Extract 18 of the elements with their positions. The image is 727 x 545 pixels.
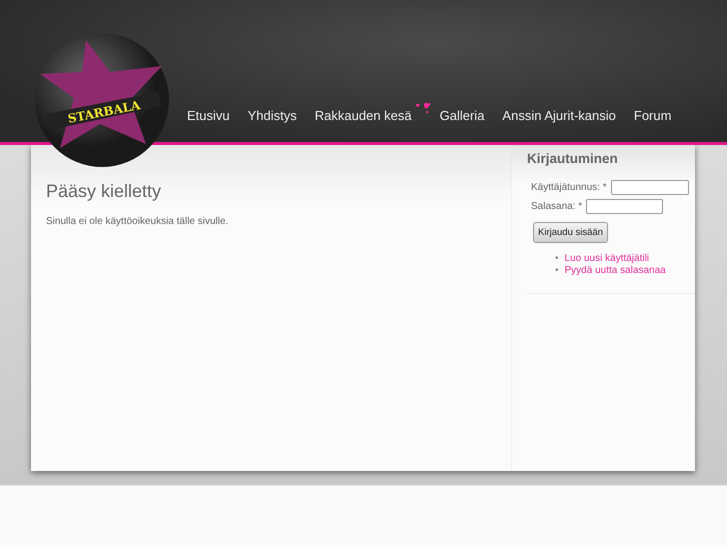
nav-link[interactable]: Yhdistys <box>238 108 306 123</box>
page-title: Pääsy kielletty <box>46 181 162 202</box>
field-label: Käyttäjätunnus: * <box>531 182 607 193</box>
nav-link[interactable]: Forum <box>624 108 680 123</box>
nav-link[interactable]: Rakkauden kesä <box>306 108 421 123</box>
nav-link[interactable]: Etusivu <box>178 108 239 123</box>
field-label: Salasana: * <box>531 201 582 212</box>
nav-link[interactable]: Galleria <box>430 108 494 123</box>
bullet: • <box>555 253 559 265</box>
login-button[interactable]: Kirjaudu sisään <box>533 222 608 243</box>
nav-link[interactable]: Anssin Ajurit-kansio <box>493 108 625 123</box>
input-field[interactable] <box>610 180 689 195</box>
login-link[interactable]: Pyydä uutta salasanaa <box>564 265 666 277</box>
access-message: Sinulla ei ole käyttöoikeuksia tälle sivulle. <box>46 216 230 227</box>
bullet: • <box>555 265 559 277</box>
login-title: Kirjautuminen <box>527 151 619 166</box>
input-field[interactable] <box>586 199 664 214</box>
login-link[interactable]: Luo uusi käyttäjätili <box>564 253 650 265</box>
